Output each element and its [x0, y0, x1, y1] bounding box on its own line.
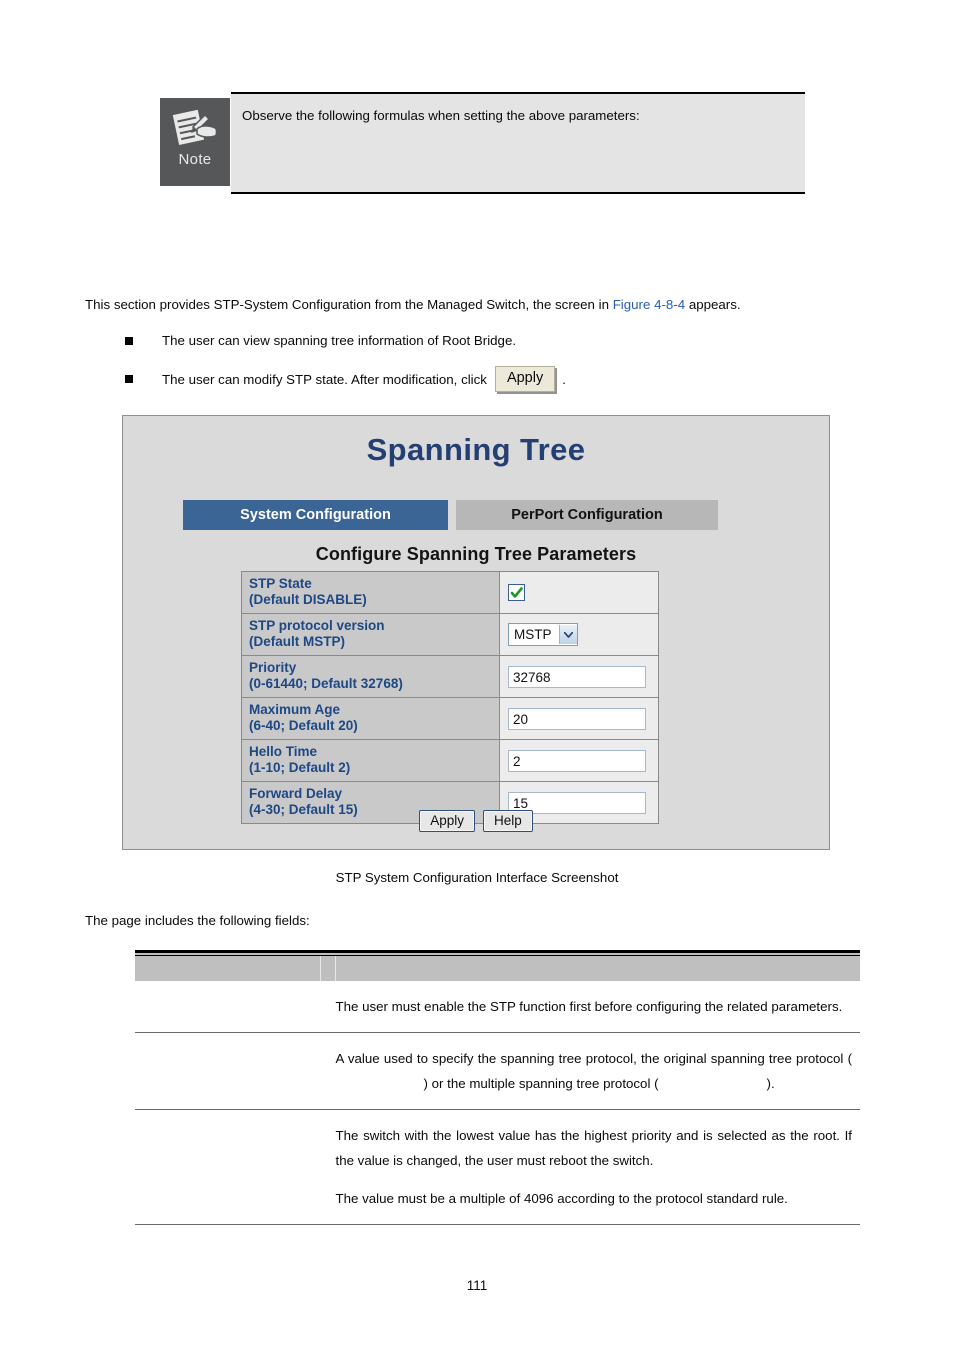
- bullet-item-label-before: The user can modify STP state. After mod…: [162, 371, 487, 387]
- row-value-maximum-age: 20: [499, 697, 659, 740]
- row-label-line1: Forward Delay: [249, 786, 343, 801]
- field-description-stp-state: The user must enable the STP function fi…: [335, 981, 860, 1033]
- field-description-stp-protocol-version: A value used to specify the spanning tre…: [335, 1032, 860, 1110]
- description-paragraph: The value must be a multiple of 4096 acc…: [335, 1191, 788, 1206]
- note-callout: Note Observe the following formulas when…: [160, 92, 805, 194]
- row-label-stp-state: STP State (Default DISABLE): [241, 571, 500, 614]
- intro-paragraph: This section provides STP-System Configu…: [85, 296, 875, 314]
- description-part3: ).: [766, 1076, 775, 1091]
- column-header-description: [335, 955, 860, 981]
- table-row: The user must enable the STP function fi…: [135, 981, 860, 1033]
- row-label-priority: Priority (0-61440; Default 32768): [241, 655, 500, 698]
- figure-reference-link[interactable]: Figure 4-8-4: [613, 297, 685, 312]
- figure-caption: STP System Configuration Interface Scree…: [335, 870, 619, 885]
- row-label-line1: Maximum Age: [249, 702, 341, 717]
- bullet-item-modify-stp: The user can modify STP state. After mod…: [125, 366, 566, 392]
- note-text: Observe the following formulas when sett…: [242, 108, 640, 123]
- row-value-stp-state: [499, 571, 659, 614]
- hello-time-input[interactable]: 2: [508, 749, 646, 772]
- chevron-down-icon[interactable]: [558, 625, 577, 644]
- row-label-stp-protocol-version: STP protocol version (Default MSTP): [241, 613, 500, 656]
- description-paragraph: The switch with the lowest value has the…: [335, 1128, 853, 1168]
- stp-protocol-version-value: MSTP: [514, 627, 552, 642]
- row-label-line1: Priority: [249, 660, 297, 675]
- row-label-line1: STP State: [249, 576, 312, 591]
- fields-section-intro: The page includes the following fields:: [85, 913, 310, 928]
- page-number: 111: [466, 1278, 488, 1293]
- help-button[interactable]: Help: [483, 810, 533, 832]
- apply-button[interactable]: Apply: [419, 810, 475, 832]
- stp-protocol-version-select[interactable]: MSTP: [508, 623, 578, 646]
- inline-apply-button[interactable]: Apply: [494, 366, 556, 392]
- table-row: STP State (Default DISABLE): [241, 571, 659, 614]
- column-header-spacer: [320, 955, 336, 981]
- row-label-line2: (Default DISABLE): [249, 592, 367, 607]
- spanning-tree-parameters-table: STP State (Default DISABLE) STP protocol…: [241, 571, 659, 824]
- intro-text-before: This section provides STP-System Configu…: [85, 297, 613, 312]
- maximum-age-input[interactable]: 20: [508, 707, 646, 730]
- note-icon: Note: [160, 98, 230, 186]
- field-term-stp-protocol-version: [135, 1032, 336, 1110]
- table-header-row: [135, 955, 860, 981]
- priority-input[interactable]: 32768: [508, 665, 646, 688]
- row-label-line2: (Default MSTP): [249, 634, 345, 649]
- bullet-item-label-after: .: [562, 371, 566, 387]
- table-row: The switch with the lowest value has the…: [135, 1109, 860, 1225]
- field-term-priority: [135, 1109, 336, 1225]
- row-label-hello-time: Hello Time (1-10; Default 2): [241, 739, 500, 782]
- tab-bar: System Configuration PerPort Configurati…: [183, 500, 718, 530]
- bullet-item-label: The user can view spanning tree informat…: [162, 333, 517, 348]
- row-value-priority: 32768: [499, 655, 659, 698]
- spanning-tree-screenshot: Spanning Tree System Configuration PerPo…: [122, 415, 830, 850]
- note-icon-label: Note: [178, 151, 212, 168]
- bullet-item-view-info: The user can view spanning tree informat…: [125, 333, 516, 348]
- form-action-buttons: Apply Help: [123, 810, 829, 832]
- field-description-priority: The switch with the lowest value has the…: [335, 1109, 860, 1225]
- page-title: Spanning Tree: [366, 432, 586, 467]
- row-value-hello-time: 2: [499, 739, 659, 782]
- column-header-object: [135, 955, 321, 981]
- table-row: STP protocol version (Default MSTP) MSTP: [241, 613, 659, 656]
- section-heading: Configure Spanning Tree Parameters: [315, 544, 637, 564]
- table-body: The user must enable the STP function fi…: [135, 981, 860, 1225]
- table-row: Hello Time (1-10; Default 2) 2: [241, 739, 659, 782]
- tab-system-configuration[interactable]: System Configuration: [183, 500, 448, 530]
- description-part2: ) or the multiple spanning tree protocol…: [423, 1076, 659, 1091]
- row-label-line1: Hello Time: [249, 744, 318, 759]
- row-label-maximum-age: Maximum Age (6-40; Default 20): [241, 697, 500, 740]
- row-label-line1: STP protocol version: [249, 618, 385, 633]
- row-label-line2: (0-61440; Default 32768): [249, 676, 403, 691]
- bullet-square-icon: [125, 336, 133, 345]
- field-term-stp-state: [135, 981, 336, 1033]
- description-paragraph: The user must enable the STP function fi…: [335, 999, 843, 1014]
- row-label-line2: (1-10; Default 2): [249, 760, 351, 775]
- table-row: A value used to specify the spanning tre…: [135, 1032, 860, 1110]
- stp-state-checkbox[interactable]: [508, 583, 525, 601]
- row-label-line2: (6-40; Default 20): [249, 718, 358, 733]
- intro-text-after: appears.: [685, 297, 741, 312]
- description-part1: A value used to specify the spanning tre…: [335, 1051, 853, 1066]
- table-row: Maximum Age (6-40; Default 20) 20: [241, 697, 659, 740]
- note-body: Observe the following formulas when sett…: [231, 92, 805, 194]
- table-row: Priority (0-61440; Default 32768) 32768: [241, 655, 659, 698]
- fields-description-table: The user must enable the STP function fi…: [135, 950, 860, 1225]
- row-value-stp-protocol-version: MSTP: [499, 613, 659, 656]
- tab-perport-configuration[interactable]: PerPort Configuration: [456, 500, 718, 530]
- bullet-square-icon: [125, 375, 133, 383]
- description-paragraph: A value used to specify the spanning tre…: [336, 1046, 853, 1096]
- table-head: [135, 950, 860, 981]
